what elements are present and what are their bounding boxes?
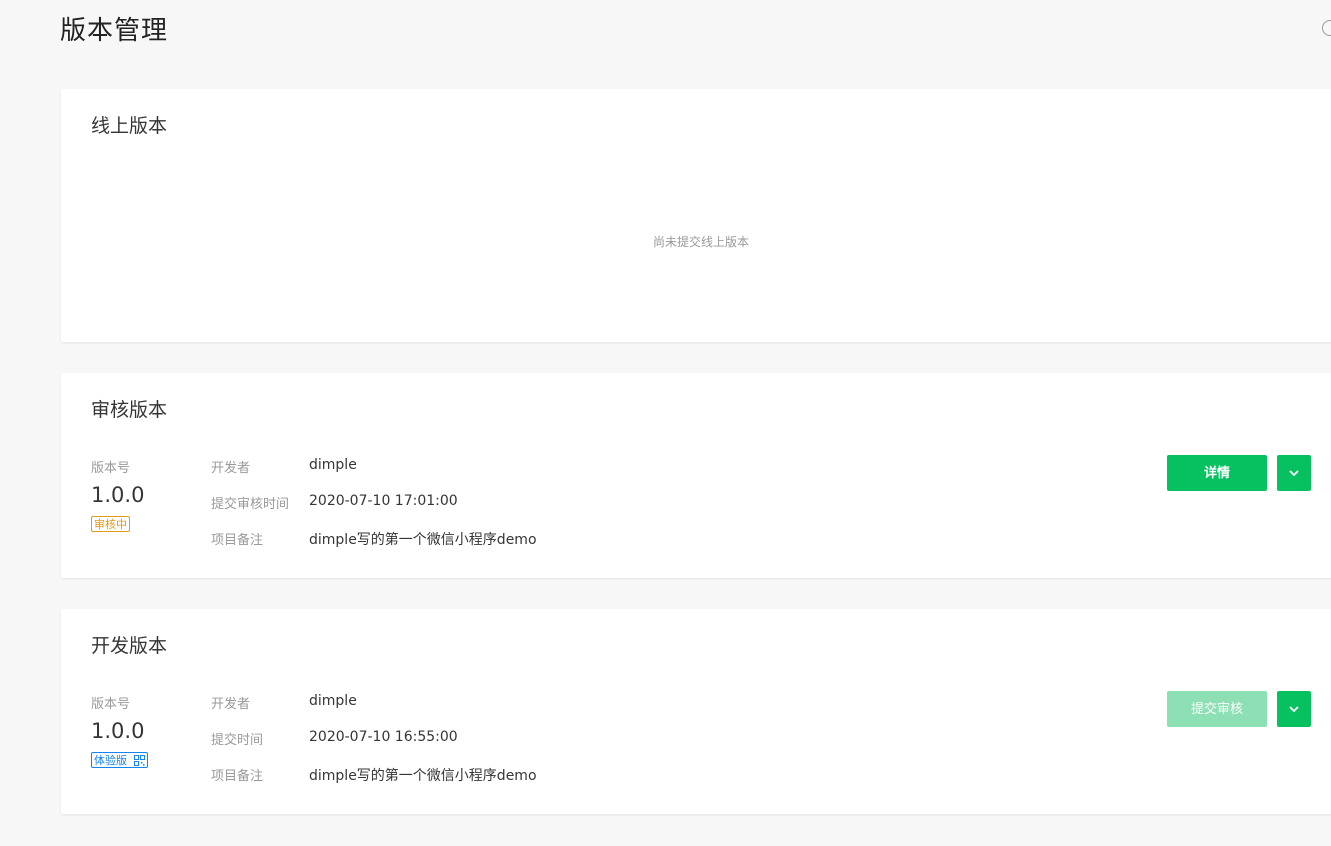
review-version-label: 版本号 (91, 461, 131, 476)
dev-version-card: 开发版本 版本号 1.0.0 体验版 开发者 dimple 提交时间 2020-… (61, 609, 1331, 814)
chevron-down-icon (1289, 470, 1299, 477)
qrcode-icon (133, 755, 145, 766)
dev-version-title: 开发版本 (91, 635, 168, 657)
review-version-title: 审核版本 (91, 399, 168, 421)
review-more-dropdown-button[interactable] (1277, 455, 1311, 491)
dev-version-number: 1.0.0 (91, 719, 145, 743)
dev-submit-time-value: 2020-07-10 16:55:00 (309, 729, 458, 745)
review-developer-label: 开发者 (211, 461, 251, 476)
review-remark-value: dimple写的第一个微信小程序demo (309, 532, 537, 548)
review-version-number: 1.0.0 (91, 483, 145, 507)
review-submit-time-value: 2020-07-10 17:01:00 (309, 493, 458, 509)
dev-developer-label: 开发者 (211, 697, 251, 712)
review-version-card: 审核版本 版本号 1.0.0 审核中 开发者 dimple 提交审核时间 202… (61, 373, 1331, 578)
dev-version-label: 版本号 (91, 697, 131, 712)
online-empty-text: 尚未提交线上版本 (652, 235, 749, 249)
dev-more-dropdown-button[interactable] (1277, 691, 1311, 727)
dev-remark-label: 项目备注 (211, 769, 264, 784)
online-version-card: 线上版本 尚未提交线上版本 (61, 89, 1331, 342)
review-details-button[interactable]: 详情 (1167, 455, 1267, 491)
review-status-badge: 审核中 (91, 516, 130, 532)
submit-review-button[interactable]: 提交审核 (1167, 691, 1267, 727)
page-title: 版本管理 (60, 16, 169, 46)
dev-status-badge[interactable]: 体验版 (91, 752, 148, 768)
dev-developer-value: dimple (309, 693, 357, 709)
dev-status-badge-label: 体验版 (94, 754, 127, 767)
review-developer-value: dimple (309, 457, 357, 473)
chevron-down-icon (1289, 706, 1299, 713)
review-remark-label: 项目备注 (211, 533, 264, 548)
dev-submit-time-label: 提交时间 (211, 733, 264, 748)
help-icon[interactable] (1322, 20, 1331, 36)
dev-remark-value: dimple写的第一个微信小程序demo (309, 768, 537, 784)
review-submit-time-label: 提交审核时间 (211, 497, 290, 512)
review-status-badge-label: 审核中 (94, 518, 127, 531)
online-version-title: 线上版本 (91, 115, 168, 137)
